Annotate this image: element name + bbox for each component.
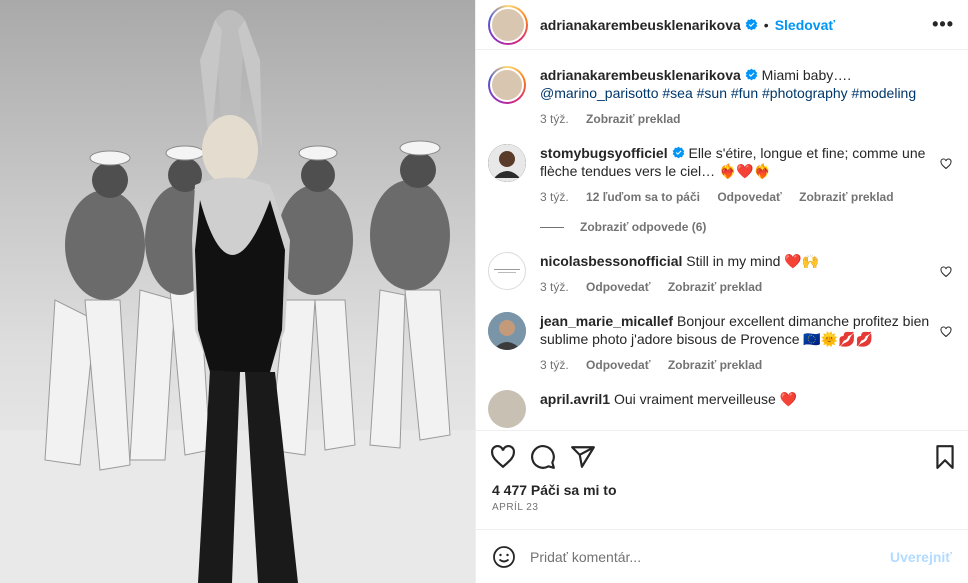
- caption-meta: 3 týž. Zobraziť preklad: [540, 110, 932, 128]
- comment-time: 3 týž.: [540, 190, 569, 204]
- like-comment-heart-icon[interactable]: [940, 266, 952, 278]
- comment-item: stomybugsyofficiel Elle s'étire, longue …: [488, 144, 954, 206]
- comment-meta: 3 týž. 12 ľuďom sa to páči Odpovedať Zob…: [540, 188, 932, 206]
- follow-button[interactable]: Sledovať: [775, 17, 835, 33]
- comment-bubble-icon[interactable]: [530, 444, 556, 470]
- commenter-avatar[interactable]: [488, 312, 526, 350]
- comment-body: jean_marie_micallef Bonjour excellent di…: [540, 312, 954, 374]
- caption-text-block: adrianakarembeusklenarikova Miami baby….…: [540, 66, 932, 102]
- comment-time: 3 týž.: [540, 280, 569, 294]
- view-replies-button[interactable]: Zobraziť odpovede (6): [540, 220, 954, 234]
- emoji-icon[interactable]: [492, 545, 516, 569]
- comment-text-block: april.avril1 Oui vraiment merveilleuse ❤…: [540, 390, 932, 408]
- caption-username[interactable]: adrianakarembeusklenarikova: [540, 67, 741, 83]
- comment-body: stomybugsyofficiel Elle s'étire, longue …: [540, 144, 954, 206]
- save-bookmark-icon[interactable]: [932, 444, 958, 470]
- comment-text-block: jean_marie_micallef Bonjour excellent di…: [540, 312, 932, 348]
- comment-meta: 3 týž. Odpovedať Zobraziť preklad: [540, 278, 932, 296]
- comment-item: nicolasbessonofficial Still in my mind ❤…: [488, 252, 954, 296]
- comment-text-block: stomybugsyofficiel Elle s'étire, longue …: [540, 144, 932, 180]
- like-heart-icon[interactable]: [490, 444, 516, 470]
- translate-button[interactable]: Zobraziť preklad: [668, 280, 762, 294]
- caption-text: Miami baby….: [761, 67, 852, 83]
- verified-badge-icon: [745, 68, 758, 81]
- share-send-icon[interactable]: [570, 444, 596, 470]
- reply-button[interactable]: Odpovedať: [586, 280, 650, 294]
- comment-input[interactable]: [530, 548, 891, 565]
- caption-tags[interactable]: @marino_parisotto #sea #sun #fun #photog…: [540, 85, 916, 101]
- post-dialog: adrianakarembeusklenarikova • Sledovať •…: [0, 0, 968, 583]
- caption-time: 3 týž.: [540, 112, 569, 126]
- comment-body: nicolasbessonofficial Still in my mind ❤…: [540, 252, 954, 296]
- view-replies-label: Zobraziť odpovede (6): [580, 220, 707, 234]
- verified-badge-icon: [672, 146, 684, 159]
- replies-divider: [540, 226, 564, 228]
- commenter-avatar[interactable]: [488, 144, 526, 182]
- post-photo[interactable]: [0, 0, 475, 583]
- comment-text: Still in my mind ❤️🙌: [686, 253, 820, 269]
- separator-dot: •: [763, 16, 769, 33]
- caption: adrianakarembeusklenarikova Miami baby….…: [488, 66, 954, 128]
- reply-button[interactable]: Odpovedať: [717, 190, 781, 204]
- comment-username[interactable]: april.avril1: [540, 391, 610, 407]
- translate-button[interactable]: Zobraziť preklad: [668, 358, 762, 372]
- comment-username[interactable]: jean_marie_micallef: [540, 313, 673, 329]
- post-actions-bar: [476, 430, 968, 482]
- translate-button[interactable]: Zobraziť preklad: [799, 190, 893, 204]
- reply-button[interactable]: Odpovedať: [586, 358, 650, 372]
- author-avatar[interactable]: [488, 4, 528, 45]
- caption-translate-button[interactable]: Zobraziť preklad: [586, 112, 680, 126]
- likes-count[interactable]: 4 477 Páči sa mi to: [476, 482, 968, 498]
- comment-time: 3 týž.: [540, 358, 569, 372]
- add-comment-bar: Uverejniť: [476, 529, 968, 583]
- comment-likes-button[interactable]: 12 ľuďom sa to páči: [586, 190, 700, 204]
- comment-meta: 3 týž. Odpovedať Zobraziť preklad: [540, 356, 932, 374]
- comment-text: Oui vraiment merveilleuse ❤️: [613, 391, 798, 407]
- beach-photo-image: [0, 0, 475, 583]
- comment-username[interactable]: nicolasbessonofficial: [540, 253, 682, 269]
- comment-body: april.avril1 Oui vraiment merveilleuse ❤…: [540, 390, 954, 428]
- comments-list[interactable]: adrianakarembeusklenarikova Miami baby….…: [476, 50, 968, 430]
- verified-badge-icon: [745, 18, 758, 31]
- more-options-icon[interactable]: •••: [932, 14, 954, 35]
- commenter-avatar[interactable]: [488, 252, 526, 290]
- logo-avatar-icon: [494, 269, 520, 273]
- comment-item: jean_marie_micallef Bonjour excellent di…: [488, 312, 954, 374]
- post-side-panel: adrianakarembeusklenarikova • Sledovať •…: [475, 0, 968, 583]
- person-avatar-icon: [488, 312, 526, 350]
- comment-item: april.avril1 Oui vraiment merveilleuse ❤…: [488, 390, 954, 428]
- caption-body: adrianakarembeusklenarikova Miami baby….…: [540, 66, 954, 128]
- commenter-avatar[interactable]: [488, 390, 526, 428]
- like-comment-heart-icon[interactable]: [940, 326, 952, 338]
- like-comment-heart-icon[interactable]: [940, 158, 952, 170]
- caption-avatar[interactable]: [488, 66, 526, 104]
- comment-username[interactable]: stomybugsyofficiel: [540, 145, 668, 161]
- post-date[interactable]: APRÍL 23: [476, 498, 968, 513]
- post-header: adrianakarembeusklenarikova • Sledovať •…: [476, 0, 968, 50]
- post-comment-button[interactable]: Uverejniť: [890, 549, 952, 565]
- person-avatar-icon: [488, 144, 526, 182]
- author-username[interactable]: adrianakarembeusklenarikova: [540, 17, 741, 33]
- comment-text-block: nicolasbessonofficial Still in my mind ❤…: [540, 252, 932, 270]
